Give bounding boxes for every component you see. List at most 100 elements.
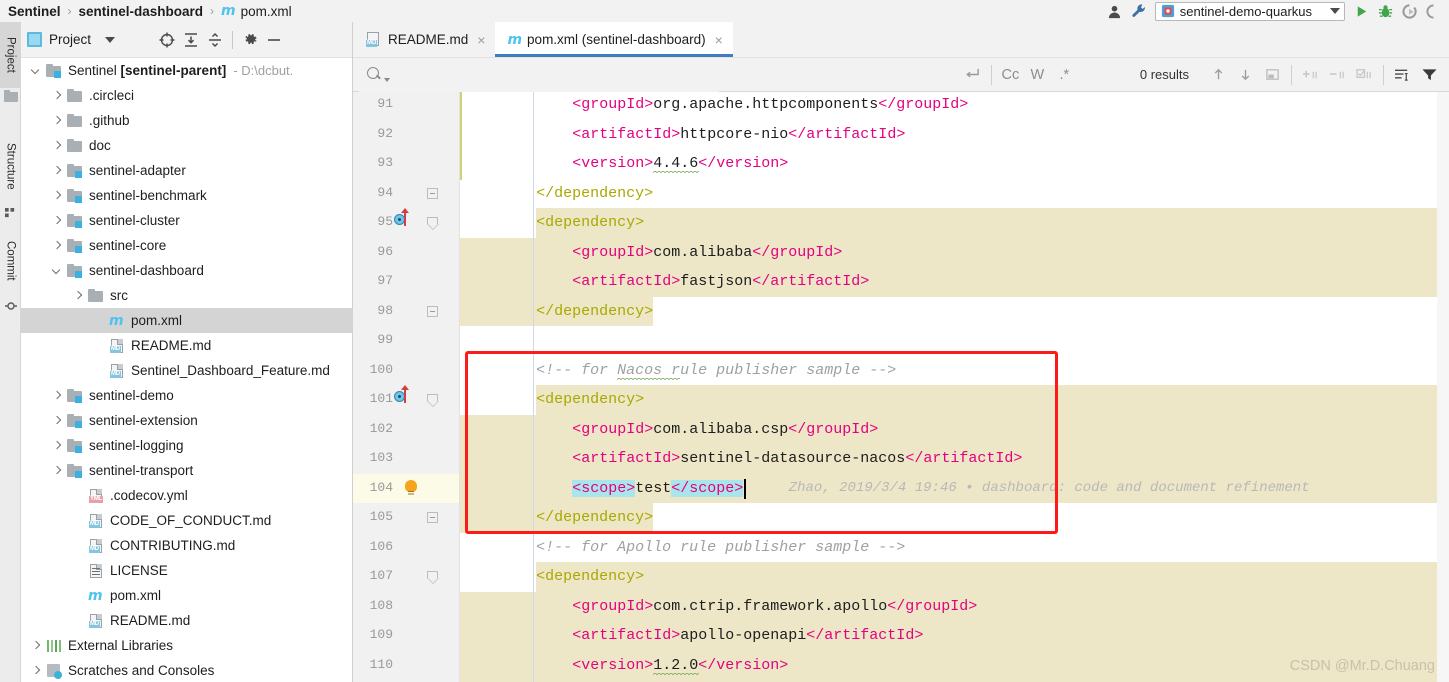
code-line[interactable]: <groupId>org.apache.httpcomponents</grou… bbox=[460, 92, 1449, 120]
close-icon[interactable]: × bbox=[477, 33, 485, 47]
gutter-line[interactable]: 106 bbox=[353, 533, 460, 563]
tree-node[interactable]: MD Sentinel_Dashboard_Feature.md bbox=[21, 358, 353, 383]
code-line[interactable]: <groupId>com.alibaba.csp</groupId> bbox=[460, 414, 1449, 444]
intention-bulb-icon[interactable] bbox=[405, 479, 417, 492]
select-opened-file-icon[interactable] bbox=[155, 29, 179, 51]
tree-node[interactable]: sentinel-logging bbox=[21, 433, 353, 458]
chevron-right-icon[interactable] bbox=[50, 164, 63, 177]
tree-node[interactable]: sentinel-demo bbox=[21, 383, 353, 408]
tree-node[interactable]: MD README.md bbox=[21, 608, 353, 633]
debug-icon[interactable] bbox=[1373, 0, 1397, 22]
match-case-icon[interactable]: Cc bbox=[997, 58, 1024, 92]
tree-node[interactable]: Scratches and Consoles bbox=[21, 658, 353, 682]
chevron-right-icon[interactable] bbox=[50, 114, 63, 127]
code-content[interactable]: <groupId>org.apache.httpcomponents</grou… bbox=[460, 92, 1449, 682]
code-line[interactable]: <!-- for Apollo rule publisher sample --… bbox=[460, 533, 1449, 563]
gutter-line[interactable]: 97 bbox=[353, 267, 460, 297]
sidebar-item-project[interactable]: Project bbox=[0, 22, 21, 88]
tree-node[interactable]: sentinel-dashboard bbox=[21, 258, 353, 283]
tab-readme-md[interactable]: MD README.md × bbox=[353, 22, 495, 57]
chevron-right-icon[interactable] bbox=[29, 639, 42, 652]
regex-icon[interactable]: .* bbox=[1051, 58, 1078, 92]
next-occurrence-icon[interactable] bbox=[1232, 58, 1259, 92]
gutter-line[interactable]: 105 bbox=[353, 503, 460, 533]
run-with-coverage-icon[interactable] bbox=[1397, 0, 1421, 22]
search-history-icon[interactable] bbox=[384, 77, 390, 82]
breadcrumb-item-module[interactable]: sentinel-dashboard bbox=[79, 4, 204, 19]
search-input[interactable] bbox=[359, 57, 719, 92]
code-line[interactable]: </dependency> bbox=[460, 179, 1449, 209]
chevron-right-icon[interactable] bbox=[50, 439, 63, 452]
expand-all-icon[interactable] bbox=[179, 29, 203, 51]
gutter-line[interactable]: 96 bbox=[353, 238, 460, 268]
close-icon[interactable]: × bbox=[715, 33, 723, 47]
tree-node[interactable]: External Libraries bbox=[21, 633, 353, 658]
tree-node[interactable]: m pom.xml bbox=[21, 308, 353, 333]
gutter-line[interactable]: 92 bbox=[353, 120, 460, 150]
remove-line-icon[interactable] bbox=[1324, 58, 1351, 92]
tab-pom-xml[interactable]: m pom.xml (sentinel-dashboard) × bbox=[495, 22, 734, 57]
chevron-right-icon[interactable] bbox=[29, 664, 42, 677]
chevron-right-icon[interactable] bbox=[50, 214, 63, 227]
tree-node[interactable]: MD CONTRIBUTING.md bbox=[21, 533, 353, 558]
tree-node[interactable]: doc bbox=[21, 133, 353, 158]
editor-gutter[interactable]: 91 92 93 94 95 96 97 98 99 100 101 102 103 104 105 106 1… bbox=[353, 92, 460, 682]
gutter-line[interactable]: 103 bbox=[353, 444, 460, 474]
gutter-line[interactable]: 108 bbox=[353, 592, 460, 622]
chevron-right-icon[interactable] bbox=[50, 239, 63, 252]
editor-scrollbar[interactable] bbox=[1437, 92, 1449, 682]
filter-icon[interactable] bbox=[1416, 58, 1443, 92]
fold-collapse-icon[interactable] bbox=[427, 305, 438, 317]
user-avatar-icon[interactable] bbox=[1103, 0, 1127, 22]
gutter-line[interactable]: 102 bbox=[353, 415, 460, 445]
toggle-line-icon[interactable] bbox=[1351, 58, 1378, 92]
code-line[interactable]: <dependency> bbox=[460, 208, 1449, 238]
gutter-line[interactable]: 98 bbox=[353, 297, 460, 327]
code-line[interactable]: <artifactId>apollo-openapi</artifactId> bbox=[460, 621, 1449, 651]
tree-node[interactable]: Sentinel [sentinel-parent] - D:\dcbut. bbox=[21, 58, 353, 83]
gutter-line[interactable]: 99 bbox=[353, 326, 460, 356]
tree-node[interactable]: sentinel-transport bbox=[21, 458, 353, 483]
gutter-line[interactable]: 104 bbox=[353, 473, 460, 503]
code-line[interactable]: <!-- for Nacos rule publisher sample --> bbox=[460, 356, 1449, 386]
gutter-line[interactable]: 110 bbox=[353, 651, 460, 681]
fold-collapse-icon[interactable] bbox=[427, 512, 438, 523]
code-line[interactable]: <scope>test</scope> Zhao, 2019/3/4 19:46 … bbox=[460, 473, 1449, 503]
collapse-all-icon[interactable] bbox=[203, 29, 227, 51]
tree-node[interactable]: .github bbox=[21, 108, 353, 133]
prev-occurrence-icon[interactable] bbox=[1205, 58, 1232, 92]
chevron-down-icon[interactable] bbox=[50, 264, 63, 277]
code-line[interactable]: </dependency> bbox=[460, 296, 1449, 326]
chevron-right-icon[interactable] bbox=[50, 389, 63, 402]
more-actions-icon[interactable] bbox=[1421, 0, 1445, 22]
chevron-down-icon[interactable] bbox=[1330, 8, 1340, 14]
code-line[interactable]: <dependency> bbox=[460, 562, 1449, 592]
code-line[interactable]: <dependency> bbox=[460, 385, 1449, 415]
words-icon[interactable]: W bbox=[1024, 58, 1051, 92]
gutter-line[interactable]: 95 bbox=[353, 208, 460, 238]
add-line-icon[interactable] bbox=[1297, 58, 1324, 92]
run-icon[interactable] bbox=[1349, 0, 1373, 22]
tree-node[interactable]: MD CODE_OF_CONDUCT.md bbox=[21, 508, 353, 533]
code-line[interactable]: <version>4.4.6</version> bbox=[460, 149, 1449, 179]
gutter-line[interactable]: 109 bbox=[353, 621, 460, 651]
fold-expand-icon[interactable] bbox=[427, 217, 439, 230]
chevron-right-icon[interactable] bbox=[50, 139, 63, 152]
code-editor[interactable]: 91 92 93 94 95 96 97 98 99 100 101 102 103 104 105 106 1… bbox=[353, 92, 1449, 682]
tree-node[interactable]: .circleci bbox=[21, 83, 353, 108]
tree-node[interactable]: LICENSE bbox=[21, 558, 353, 583]
gutter-line[interactable]: 100 bbox=[353, 356, 460, 386]
up-arrow-icon[interactable] bbox=[401, 208, 409, 226]
fold-collapse-icon[interactable] bbox=[427, 187, 438, 199]
up-arrow-icon[interactable] bbox=[401, 385, 409, 403]
run-configuration-selector[interactable]: sentinel-demo-quarkus bbox=[1154, 1, 1345, 21]
wrench-icon[interactable] bbox=[1127, 0, 1151, 22]
tree-node[interactable]: m pom.xml bbox=[21, 583, 353, 608]
gutter-line[interactable]: 94 bbox=[353, 179, 460, 209]
tree-node[interactable]: sentinel-benchmark bbox=[21, 183, 353, 208]
tree-node[interactable]: sentinel-adapter bbox=[21, 158, 353, 183]
select-all-occurrences-icon[interactable] bbox=[1259, 58, 1286, 92]
project-view-dropdown-icon[interactable] bbox=[105, 36, 116, 43]
gutter-line[interactable]: 93 bbox=[353, 149, 460, 179]
code-line[interactable]: </dependency> bbox=[460, 503, 1449, 533]
